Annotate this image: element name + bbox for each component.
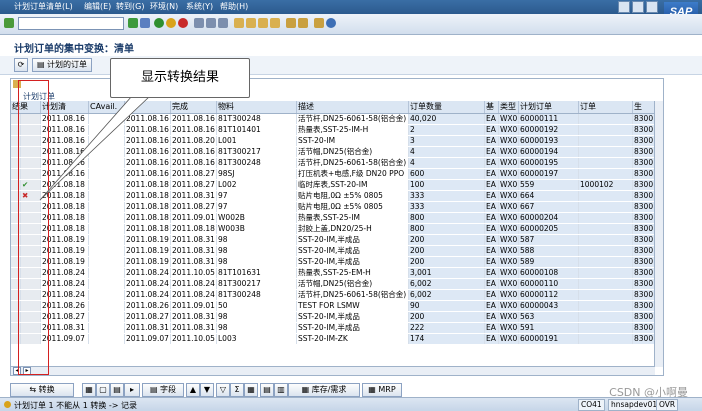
mrp-button[interactable]: ▦ MRP [362,383,402,397]
callout-pointer [39,95,152,201]
detail-button[interactable]: ▤ [110,383,124,397]
arrow-icon: ▸ [129,385,134,394]
export-icon: ▤ [263,385,271,394]
stock-requirements-label: 库存/需求 [311,385,347,394]
select-all-button[interactable]: ▦ [82,383,96,397]
export-button[interactable]: ▤ [260,383,274,397]
sum-button[interactable]: Σ [230,383,244,397]
filter-icon: ▽ [219,385,227,394]
sort-desc-button[interactable]: ▼ [200,383,214,397]
deselect-icon: ▢ [99,385,107,394]
stock-requirements-button[interactable]: ▦ 库存/需求 [288,383,360,397]
field-label: 字段 [160,385,177,394]
bottom-toolbar: ⇆ 转换 ▦ ▢ ▤ ▸ ▤ 字段 ▲ ▼ ▽ Σ ▦ ▤ ▥ ▦ 库存/需求 … [10,382,662,397]
detail-icon: ▤ [113,385,121,394]
mrp-label: MRP [378,385,396,394]
mrp-icon: ▦ [368,385,376,394]
status-server: hnsapdev01 [608,399,661,411]
convert-button[interactable]: ⇆ 转换 [10,383,74,397]
sort-desc-icon: ▼ [203,385,211,394]
field-button[interactable]: ▤ 字段 [142,383,184,397]
convert-icon: ⇆ [29,385,37,394]
print-list-button[interactable]: ▥ [274,383,288,397]
sort-asc-icon: ▲ [189,385,197,394]
deselect-button[interactable]: ▢ [96,383,110,397]
subtotal-button[interactable]: ▦ [244,383,258,397]
filter-button[interactable]: ▽ [216,383,230,397]
sum-icon: Σ [234,385,240,394]
warning-icon [4,401,11,408]
arrow-button[interactable]: ▸ [124,383,140,397]
field-icon: ▤ [149,385,158,394]
subtotal-icon: ▦ [247,385,255,394]
status-message: 计划订单 1 不能从 1 转换 -> 记录 [14,401,138,410]
status-mode[interactable]: OVR [656,399,679,411]
status-transaction: CO41 [578,399,605,411]
print-list-icon: ▥ [277,385,285,394]
callout-box: 显示转换结果 [110,58,250,98]
callout-text: 显示转换结果 [140,70,219,85]
convert-label: 转换 [38,385,55,394]
status-bar: 计划订单 1 不能从 1 转换 -> 记录 CO41 hnsapdev01 OV… [0,397,702,411]
stock-requirements-icon: ▦ [301,385,310,394]
select-all-icon: ▦ [85,385,93,394]
sort-asc-button[interactable]: ▲ [186,383,200,397]
